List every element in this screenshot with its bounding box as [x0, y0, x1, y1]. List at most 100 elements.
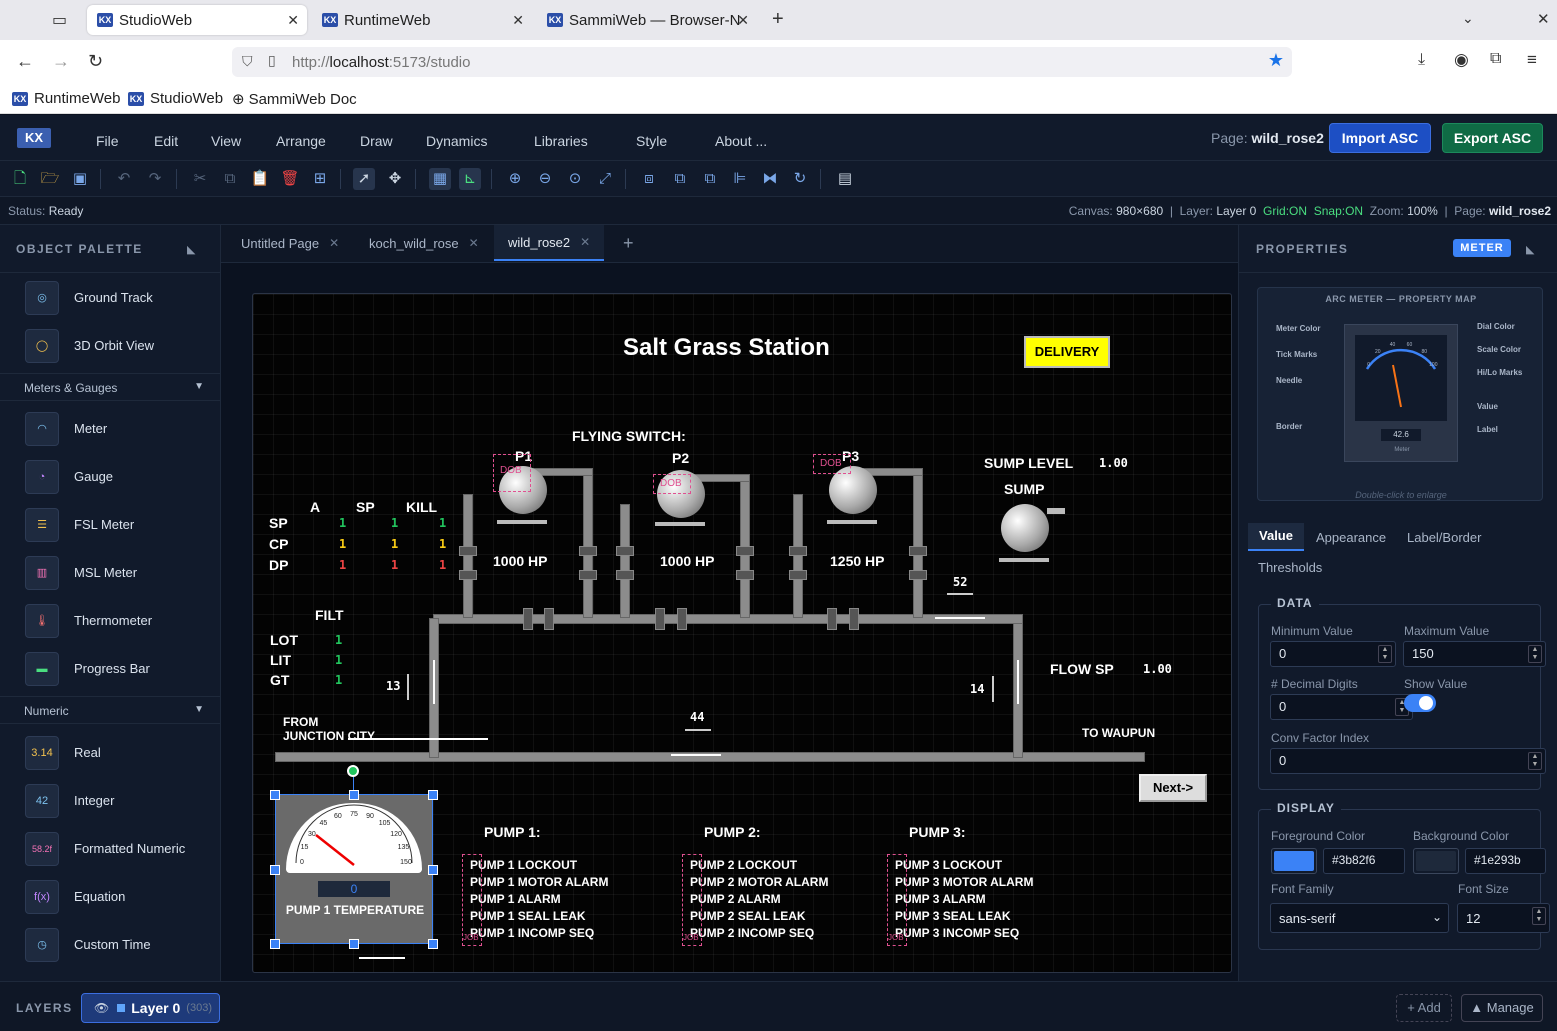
bookmark-sammiweb-doc[interactable]: ⊕ SammiWeb Doc [232, 90, 357, 109]
foreground-color-swatch[interactable] [1271, 848, 1317, 874]
palette-item-fsl-meter[interactable]: ☰ FSL Meter [0, 501, 220, 549]
tab-koch-wild-rose[interactable]: koch_wild_rose ✕ [355, 225, 493, 261]
header-valve[interactable] [849, 608, 859, 630]
valve[interactable] [579, 570, 597, 580]
tab-wild-rose2[interactable]: wild_rose2 ✕ [494, 225, 605, 261]
dob-marker[interactable]: DOB [813, 454, 851, 474]
valve[interactable] [459, 546, 477, 556]
tab-overview-icon[interactable]: ▭ [52, 10, 67, 30]
property-map[interactable]: ARC METER — PROPERTY MAP 0 20 40 60 80 100 42… [1257, 287, 1543, 501]
palette-item-thermometer[interactable]: 🌡 Thermometer [0, 597, 220, 645]
align-icon[interactable]: ⊫ [729, 168, 751, 190]
menu-edit[interactable]: Edit [154, 133, 178, 149]
account-icon[interactable]: ◉ [1454, 50, 1469, 70]
properties-collapse-icon[interactable]: ◣ [1526, 243, 1534, 256]
palette-item-real[interactable]: 3.14 Real [0, 729, 220, 777]
save-icon[interactable]: ▣ [69, 168, 91, 190]
manage-layers-button[interactable]: ▲ Manage [1461, 994, 1543, 1022]
new-file-icon[interactable]: 🗋 [9, 168, 31, 190]
prop-tab-value[interactable]: Value [1248, 523, 1304, 551]
group-icon[interactable]: ⧈ [638, 168, 660, 190]
sump-tank-icon[interactable] [1001, 504, 1049, 552]
zoom-out-icon[interactable]: ⊖ [534, 168, 556, 190]
snap-toggle-icon[interactable]: ⊾ [459, 168, 481, 190]
reload-icon[interactable]: ↻ [88, 51, 103, 72]
palette-item-3d-orbit-view[interactable]: ◯ 3D Orbit View [0, 322, 220, 370]
foreground-color-input[interactable]: #3b82f6 [1323, 848, 1405, 874]
job-marker[interactable]: JOB [682, 854, 702, 946]
copy-icon[interactable]: ⧉ [219, 168, 241, 190]
browser-tab-studioweb[interactable]: KX StudioWeb ✕ [87, 5, 307, 35]
paste-icon[interactable]: 📋 [249, 168, 271, 190]
eye-icon[interactable]: 👁 [94, 1001, 109, 1015]
menu-file[interactable]: File [96, 133, 119, 149]
undo-icon[interactable]: ↶ [113, 168, 135, 190]
back-icon[interactable]: ← [16, 51, 34, 72]
prop-tab-thresholds[interactable]: Thresholds [1258, 560, 1322, 575]
spinner-icon[interactable]: ▲ ▼ [1528, 645, 1542, 663]
menu-dynamics[interactable]: Dynamics [426, 133, 487, 149]
show-value-toggle[interactable] [1404, 694, 1436, 712]
downloads-icon[interactable]: ⤓ [1418, 51, 1425, 69]
browser-tab-sammiweb[interactable]: KX SammiWeb — Browser-N ✕ [537, 5, 757, 35]
resize-handle-s[interactable] [349, 939, 359, 949]
valve[interactable] [616, 546, 634, 556]
valve[interactable] [736, 546, 754, 556]
bookmark-star-icon[interactable]: ★ [1268, 50, 1284, 71]
palette-item-custom-time[interactable]: ◷ Custom Time [0, 921, 220, 969]
redo-icon[interactable]: ↷ [144, 168, 166, 190]
resize-handle-w[interactable] [270, 865, 280, 875]
close-tab-icon[interactable]: ✕ [737, 12, 749, 29]
menu-libraries[interactable]: Libraries [534, 133, 588, 149]
prop-tab-label-border[interactable]: Label/Border [1407, 530, 1481, 545]
resize-handle-se[interactable] [428, 939, 438, 949]
next-button[interactable]: Next-> [1139, 774, 1207, 802]
pump1-temperature-meter[interactable]: 0 15 30 45 60 75 90 105 120 135 150 0 PUMP 1 TEMPE… [275, 794, 433, 944]
close-window-icon[interactable]: ✕ [1537, 10, 1550, 28]
font-family-select[interactable]: sans-serif ⌄ [1270, 903, 1449, 933]
new-tab-icon[interactable]: + [772, 8, 784, 31]
import-asc-button[interactable]: Import ASC [1329, 123, 1431, 153]
grid-toggle-icon[interactable]: ▦ [429, 168, 451, 190]
hamburger-menu-icon[interactable]: ≡ [1527, 50, 1537, 70]
flip-icon[interactable]: ⧓ [759, 168, 781, 190]
valve[interactable] [909, 570, 927, 580]
close-tab-icon[interactable]: ✕ [469, 236, 479, 250]
valve[interactable] [909, 546, 927, 556]
send-back-icon[interactable]: ⧉ [699, 168, 721, 190]
bookmark-runtimeweb[interactable]: KX RuntimeWeb [12, 90, 120, 107]
palette-item-msl-meter[interactable]: ▥ MSL Meter [0, 549, 220, 597]
menu-about[interactable]: About ... [715, 133, 767, 149]
resize-handle-nw[interactable] [270, 790, 280, 800]
browser-tab-runtimeweb[interactable]: KX RuntimeWeb ✕ [312, 5, 532, 35]
export-asc-button[interactable]: Export ASC [1442, 123, 1543, 153]
close-tab-icon[interactable]: ✕ [329, 236, 339, 250]
max-value-input[interactable]: 150 ▲ ▼ [1403, 641, 1546, 667]
close-tab-icon[interactable]: ✕ [287, 12, 299, 29]
resize-handle-ne[interactable] [428, 790, 438, 800]
decimal-digits-input[interactable]: 0 ▲ ▼ [1270, 694, 1413, 720]
section-numeric[interactable]: Numeric ▼ [0, 696, 220, 724]
valve[interactable] [789, 570, 807, 580]
palette-collapse-icon[interactable]: ◣ [187, 243, 195, 256]
tab-untitled-page[interactable]: Untitled Page ✕ [227, 225, 353, 261]
menu-draw[interactable]: Draw [360, 133, 393, 149]
header-valve[interactable] [544, 608, 554, 630]
dob-marker[interactable]: DOB [493, 454, 531, 492]
palette-item-progress-bar[interactable]: ▬ Progress Bar [0, 645, 220, 693]
resize-handle-sw[interactable] [270, 939, 280, 949]
preview-icon[interactable]: ▤ [834, 168, 856, 190]
delete-icon[interactable]: 🗑 [279, 168, 301, 190]
job-marker[interactable]: JOB [462, 854, 482, 946]
background-color-input[interactable]: #1e293b [1465, 848, 1546, 874]
header-valve[interactable] [827, 608, 837, 630]
palette-item-gauge[interactable]: ◔ Gauge [0, 453, 220, 501]
drawing-canvas[interactable]: Salt Grass Station DELIVERY FLYING SWITC… [252, 293, 1232, 973]
url-field[interactable]: ⛉ ▯ http://localhost:5173/studio ★ [232, 47, 1292, 77]
valve[interactable] [789, 546, 807, 556]
bookmark-studioweb[interactable]: KX StudioWeb [128, 90, 223, 107]
bring-front-icon[interactable]: ⧉ [669, 168, 691, 190]
dob-marker[interactable]: DOB [653, 474, 691, 494]
valve[interactable] [459, 570, 477, 580]
menu-style[interactable]: Style [636, 133, 667, 149]
